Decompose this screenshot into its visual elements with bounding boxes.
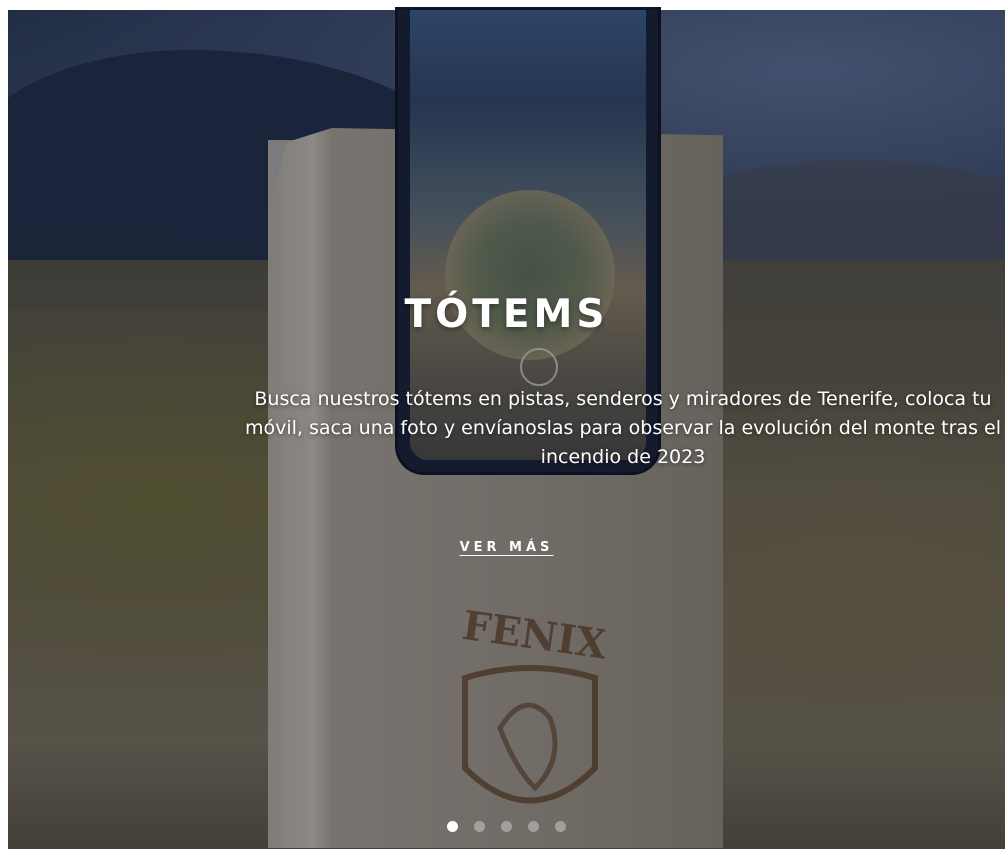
carousel-dots (8, 821, 1005, 832)
carousel-slide: TÓTEMS Busca nuestros tótems en pistas, … (8, 10, 1005, 849)
carousel-dot-1[interactable] (447, 821, 458, 832)
carousel-dot-5[interactable] (555, 821, 566, 832)
ver-mas-link[interactable]: VER MÁS (460, 540, 554, 555)
slide-title: TÓTEMS (404, 292, 609, 337)
carousel-dot-2[interactable] (474, 821, 485, 832)
carousel-dot-4[interactable] (528, 821, 539, 832)
ver-mas-container: VER MÁS (8, 536, 1005, 555)
slide-description: Busca nuestros tótems en pistas, sendero… (244, 388, 1001, 468)
carousel-dot-3[interactable] (501, 821, 512, 832)
